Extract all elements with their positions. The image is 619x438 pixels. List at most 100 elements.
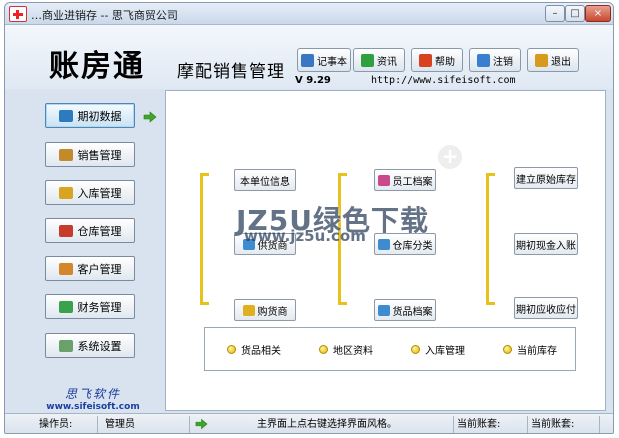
bracket-left <box>200 173 209 305</box>
toolbar-label: 注销 <box>493 56 513 68</box>
quick-link-label: 货品相关 <box>241 346 281 357</box>
buyer-icon <box>242 304 255 316</box>
quick-link-label: 入库管理 <box>425 346 465 357</box>
main-panel: + 本单位信息 供货商 购货商 员工档案 仓库分类 货品档案 建立原始库存 期初… <box>165 90 606 411</box>
book-icon <box>58 109 73 122</box>
quick-link-inbound[interactable]: 入库管理 <box>411 342 465 357</box>
toolbar-label: 记事本 <box>317 56 347 68</box>
function-label: 建立原始库存 <box>516 174 576 186</box>
sidebar-item-settings[interactable]: 系统设置 <box>45 333 135 358</box>
sidebar-item-opening-data[interactable]: 期初数据 <box>45 103 135 128</box>
minimize-button[interactable]: – <box>545 5 565 22</box>
warehouse-icon <box>58 224 73 237</box>
function-label: 员工档案 <box>392 176 433 188</box>
app-icon[interactable] <box>9 6 27 22</box>
buyer-button[interactable]: 购货商 <box>234 299 296 321</box>
sidebar-item-warehouse[interactable]: 仓库管理 <box>45 218 135 243</box>
app-window: …商业进销存 -- 思飞商贸公司 – □ × 账房通 摩配销售管理 V 9.29… <box>4 2 614 434</box>
staff-icon <box>377 174 390 186</box>
info-button[interactable]: 资讯 <box>353 48 405 72</box>
initial-stock-button[interactable]: 建立原始库存 <box>514 167 578 189</box>
status-bar: 操作员: 管理员 主界面上点右键选择界面风格。 当前账套: 当前账套: <box>5 413 613 433</box>
customer-icon <box>58 262 73 275</box>
brand-name: 思飞软件 <box>64 387 121 401</box>
quick-link-stock[interactable]: 当前库存 <box>503 342 557 357</box>
exit-icon <box>535 53 548 67</box>
bracket-right <box>486 173 495 305</box>
bullet-icon <box>227 345 236 354</box>
arrow-right-icon <box>195 418 208 430</box>
function-label: 货品档案 <box>392 306 433 318</box>
header: 账房通 摩配销售管理 V 9.29 http://www.sifeisoft.c… <box>5 25 613 89</box>
close-button[interactable]: × <box>585 5 611 22</box>
finance-icon <box>58 300 73 313</box>
bullet-icon <box>319 345 328 354</box>
logout-button[interactable]: 注销 <box>469 48 521 72</box>
sales-icon <box>58 148 73 161</box>
sidebar-item-label: 系统设置 <box>77 339 122 353</box>
sidebar-item-customers[interactable]: 客户管理 <box>45 256 135 281</box>
status-divider <box>453 416 454 433</box>
window-title: …商业进销存 -- 思飞商贸公司 <box>31 9 178 22</box>
arrow-right-icon <box>143 111 157 123</box>
status-hint: 主界面上点右键选择界面风格。 <box>257 419 397 430</box>
category-icon <box>377 238 390 250</box>
maximize-button[interactable]: □ <box>565 5 585 22</box>
help-button[interactable]: 帮助 <box>411 48 463 72</box>
settings-icon <box>58 339 73 352</box>
brand-site: www.sifeisoft.com <box>46 402 140 412</box>
company-info-button[interactable]: 本单位信息 <box>234 169 296 191</box>
bullet-icon <box>411 345 420 354</box>
initial-cash-button[interactable]: 期初现金入账 <box>514 233 578 255</box>
status-field-account: 当前账套: <box>457 419 501 430</box>
function-label: 购货商 <box>257 306 288 318</box>
bullet-icon <box>503 345 512 354</box>
function-label: 期初应收应付 <box>516 304 576 316</box>
brand-block: 思飞软件 www.sifeisoft.com <box>43 385 143 412</box>
info-icon <box>361 53 374 67</box>
status-divider <box>189 416 190 433</box>
goods-records-button[interactable]: 货品档案 <box>374 299 436 321</box>
quick-link-label: 当前库存 <box>517 346 557 357</box>
plus-icon: + <box>438 145 462 169</box>
function-label: 本单位信息 <box>240 176 290 188</box>
help-icon <box>419 53 432 67</box>
staff-records-button[interactable]: 员工档案 <box>374 169 436 191</box>
quick-link-goods[interactable]: 货品相关 <box>227 342 281 357</box>
status-divider <box>599 416 600 433</box>
quick-link-label: 地区资料 <box>333 346 373 357</box>
sidebar-item-label: 销售管理 <box>77 148 122 162</box>
sidebar-item-label: 期初数据 <box>77 109 122 123</box>
status-field-account-2: 当前账套: <box>531 419 575 430</box>
toolbar-label: 退出 <box>551 56 571 68</box>
operator-value: 管理员 <box>105 419 135 430</box>
sidebar-item-label: 财务管理 <box>77 300 122 314</box>
module-title: 摩配销售管理 <box>177 62 285 82</box>
goods-icon <box>377 304 390 316</box>
app-logo: 账房通 <box>49 49 145 84</box>
website-label: http://www.sifeisoft.com <box>371 75 516 86</box>
sidebar-item-label: 入库管理 <box>77 186 122 200</box>
toolbar-label: 资讯 <box>377 56 397 68</box>
quick-links-panel: 货品相关 地区资料 入库管理 当前库存 <box>204 327 576 371</box>
title-bar[interactable]: …商业进销存 -- 思飞商贸公司 – □ × <box>5 3 613 25</box>
notepad-icon <box>301 53 314 67</box>
sidebar-item-label: 仓库管理 <box>77 224 122 238</box>
box-icon <box>58 186 73 199</box>
status-divider <box>97 416 98 433</box>
version-label: V 9.29 <box>295 75 331 86</box>
status-divider <box>527 416 528 433</box>
initial-receivable-button[interactable]: 期初应收应付 <box>514 297 578 319</box>
exit-button[interactable]: 退出 <box>527 48 579 72</box>
quick-link-region[interactable]: 地区资料 <box>319 342 373 357</box>
notepad-button[interactable]: 记事本 <box>297 48 351 72</box>
sidebar-item-finance[interactable]: 财务管理 <box>45 294 135 319</box>
sidebar-item-sales[interactable]: 销售管理 <box>45 142 135 167</box>
watermark-url: www.jz5u.com <box>244 227 366 245</box>
sidebar-item-inbound[interactable]: 入库管理 <box>45 180 135 205</box>
operator-label: 操作员: <box>39 419 73 430</box>
sidebar-item-label: 客户管理 <box>77 262 122 276</box>
sidebar: 期初数据 销售管理 入库管理 仓库管理 客户管理 财务管理 系统设置 思飞软件 … <box>5 89 165 413</box>
function-label: 期初现金入账 <box>516 240 576 252</box>
logout-icon <box>477 53 490 67</box>
